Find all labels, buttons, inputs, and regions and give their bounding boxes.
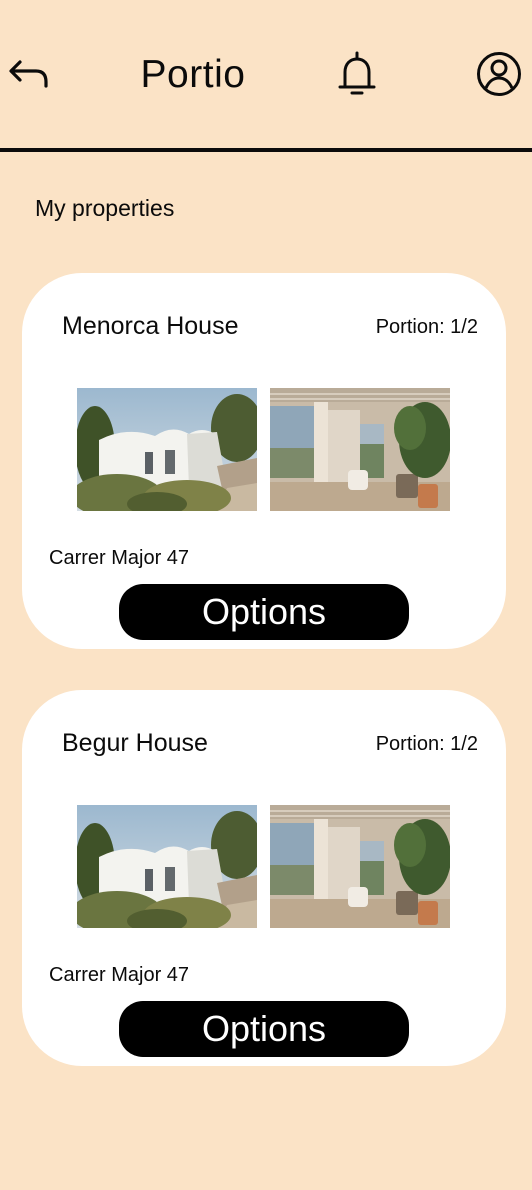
property-card: Begur House Portion: 1/2 Carrer Major 47… (22, 690, 506, 1066)
options-button[interactable]: Options (119, 584, 409, 640)
app-header: Portio (0, 0, 532, 152)
property-portion: Portion: 1/2 (375, 733, 478, 755)
app-title: Portio (140, 53, 246, 96)
property-interior-photo[interactable] (270, 805, 450, 928)
section-title: My properties (35, 195, 175, 221)
options-button[interactable]: Options (119, 1001, 409, 1057)
bell-icon[interactable] (336, 50, 378, 98)
property-card: Menorca House Portion: 1/2 Carrer Major … (22, 273, 506, 649)
property-exterior-photo[interactable] (77, 388, 257, 511)
user-circle-icon[interactable] (474, 50, 524, 98)
property-name: Menorca House (62, 312, 239, 340)
header-divider (0, 148, 532, 152)
property-address: Carrer Major 47 (49, 964, 190, 986)
property-portion: Portion: 1/2 (375, 316, 478, 338)
property-exterior-photo[interactable] (77, 805, 257, 928)
property-address: Carrer Major 47 (49, 547, 190, 569)
property-interior-photo[interactable] (270, 388, 450, 511)
property-name: Begur House (62, 729, 208, 757)
